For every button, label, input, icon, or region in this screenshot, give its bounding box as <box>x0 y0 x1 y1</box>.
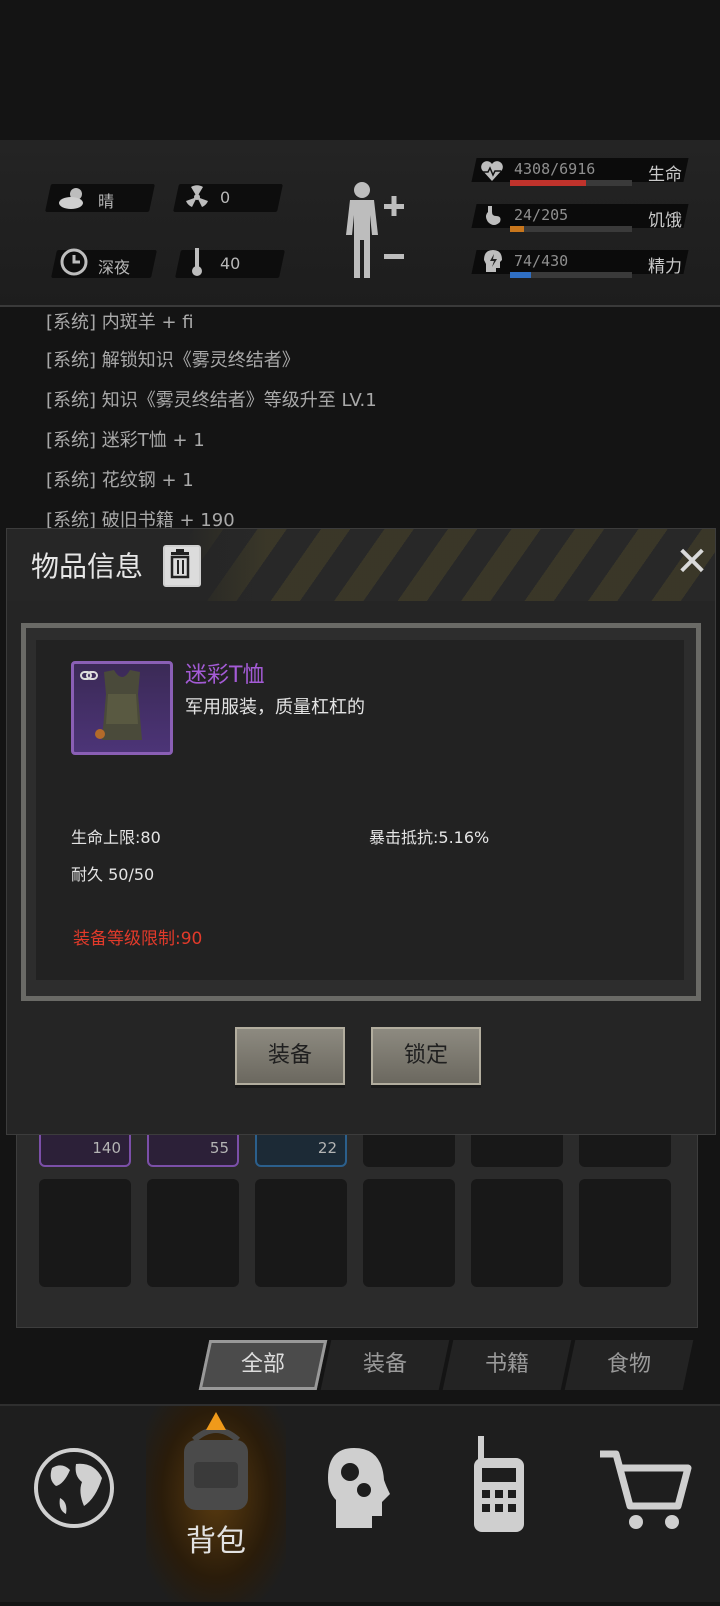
tab-equipment-label: 装备 <box>362 1352 407 1377</box>
link-icon <box>80 671 98 680</box>
bottom-nav: 背包 <box>0 1404 720 1602</box>
energy-bar-fill <box>510 272 531 278</box>
radiation-value: 0 <box>220 188 231 207</box>
log-line: [系统] 迷彩T恤 + 1 <box>46 430 205 451</box>
tab-food-label: 食物 <box>606 1352 651 1377</box>
hp-label: 生命 <box>648 165 682 185</box>
radiation-icon <box>186 185 208 207</box>
energy-head-icon <box>484 250 502 272</box>
inventory-grid: 140 55 22 <box>16 1059 698 1328</box>
inventory-slot[interactable] <box>255 1179 347 1287</box>
shopping-cart-icon <box>600 1450 692 1529</box>
time-of-day-text: 深夜 <box>98 258 131 277</box>
tab-food[interactable]: 食物 <box>564 1340 694 1390</box>
nav-backpack[interactable]: 背包 <box>146 1406 286 1602</box>
globe-icon <box>34 1448 114 1528</box>
hunger-bar-fill <box>510 226 525 232</box>
log-line: [系统] 内斑羊 + fi <box>46 312 194 333</box>
body-status-figure-icon[interactable] <box>340 180 410 280</box>
dialog-title: 物品信息 <box>31 550 144 583</box>
trash-icon[interactable] <box>163 545 201 587</box>
stomach-icon <box>486 206 501 225</box>
inventory-slot[interactable] <box>147 1179 239 1287</box>
tab-all[interactable]: 全部 <box>198 1340 328 1390</box>
log-line: [系统] 解锁知识《雾灵终结者》 <box>46 350 300 371</box>
log-line: [系统] 花纹钢 + 1 <box>46 470 194 491</box>
energy-label: 精力 <box>648 257 682 277</box>
equip-button[interactable]: 装备 <box>235 1027 345 1085</box>
nav-shop[interactable] <box>578 1406 718 1602</box>
walkie-talkie-icon <box>474 1436 524 1532</box>
nav-backpack-label: 背包 <box>186 1524 246 1559</box>
energy-value: 74/430 <box>514 252 569 270</box>
clock-icon <box>60 248 88 276</box>
nav-world-map[interactable] <box>4 1406 144 1602</box>
item-count: 55 <box>209 1139 229 1157</box>
hp-bar-fill <box>510 180 586 186</box>
nav-skills[interactable] <box>288 1406 428 1602</box>
attr-crit-resist: 暴击抵抗:5.16% <box>369 828 490 847</box>
inventory-slot[interactable] <box>39 1179 131 1287</box>
tab-all-label: 全部 <box>240 1352 285 1377</box>
nav-radio[interactable] <box>430 1406 570 1602</box>
hunger-value: 24/205 <box>514 206 569 224</box>
inventory-slot[interactable] <box>363 1179 455 1287</box>
log-line: [系统] 知识《雾灵终结者》等级升至 LV.1 <box>46 390 377 411</box>
item-count: 140 <box>92 1139 121 1157</box>
hunger-label: 饥饿 <box>648 211 682 231</box>
weather-text: 晴 <box>98 192 115 211</box>
inventory-slot[interactable] <box>471 1179 563 1287</box>
hp-bar <box>510 180 632 186</box>
attr-hp-max: 生命上限:80 <box>71 828 161 847</box>
energy-bar <box>510 272 632 278</box>
thermometer-icon <box>192 248 202 276</box>
item-name: 迷彩T恤 <box>185 663 265 688</box>
message-log[interactable]: [系统] 内斑羊 + fi [系统] 解锁知识《雾灵终结者》 [系统] 知识《雾… <box>0 306 720 528</box>
tab-books-label: 书籍 <box>484 1352 529 1377</box>
weather-sun-cloud-icon <box>59 188 83 209</box>
hunger-bar <box>510 226 632 232</box>
close-icon[interactable]: ✕ <box>669 537 715 587</box>
hp-value: 4308/6916 <box>514 160 596 178</box>
inventory-slot[interactable] <box>579 1179 671 1287</box>
level-requirement: 装备等级限制:90 <box>73 929 203 949</box>
item-info-dialog: 物品信息 ✕ 迷彩T恤 军用服装，质量杠杠的 生命上限:80 暴击抵抗:5.16… <box>6 528 716 1135</box>
log-line: [系统] 破旧书籍 + 190 <box>46 510 235 528</box>
backpack-icon <box>184 1412 248 1510</box>
temperature-value: 40 <box>220 254 241 273</box>
head-gears-icon <box>328 1448 390 1528</box>
heart-pulse-icon <box>481 161 503 181</box>
item-count: 22 <box>317 1139 337 1157</box>
status-panel: 晴 0 深夜 40 4308/6916 24/205 74/430 生命 饥饿 … <box>0 140 720 307</box>
attr-durability: 耐久 50/50 <box>71 865 155 884</box>
tab-books[interactable]: 书籍 <box>442 1340 572 1390</box>
item-description: 军用服装，质量杠杠的 <box>185 697 365 718</box>
tab-equipment[interactable]: 装备 <box>320 1340 450 1390</box>
lock-button[interactable]: 锁定 <box>371 1027 481 1085</box>
item-thumbnail <box>71 661 173 755</box>
